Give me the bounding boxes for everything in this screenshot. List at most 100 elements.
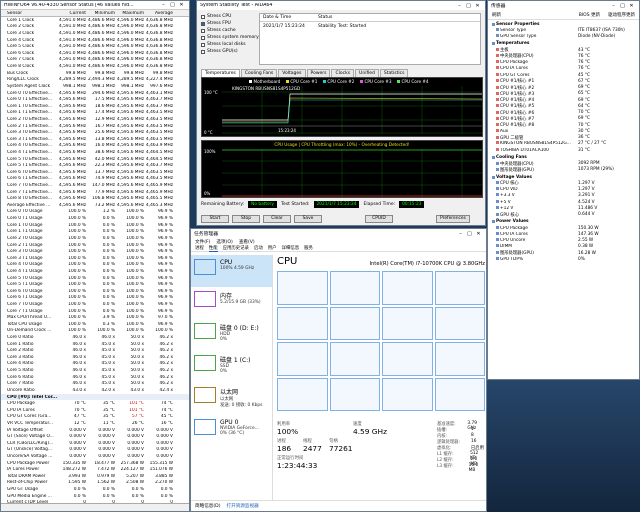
driver-update-button[interactable]: 驱动程序更新 — [608, 12, 635, 18]
aida-button[interactable]: Stop — [232, 215, 260, 223]
table-row[interactable]: Core 3 T0 Usage 100.0 % 0.0 % 100.0 % 96.9 % — [1, 248, 189, 255]
table-row[interactable]: Core 2 T1 Usage 100.0 % 0.0 % 100.0 % 96.9 % — [1, 242, 189, 249]
table-row[interactable]: System Agent Clock 998.1 MHz 998.1 MHz 998.… — [1, 83, 189, 90]
sensor-row[interactable]: GPU Sensor Type Diode (NV-Diode) — [488, 34, 639, 40]
table-row[interactable]: IA Voltage Offset 0.000 V 0.000 V 0.000 V 0.… — [1, 427, 189, 434]
table-row[interactable]: Bus Clock 99.8 MHz 99.8 MHz 99.8 MHz 99.8 MH… — [1, 70, 189, 77]
sensor-titlebar[interactable]: 传感器 – □ ✕ — [488, 1, 639, 10]
table-row[interactable]: Core 1 Ratio 46.0 x 45.0 x 50.0 x 46.2 x — [1, 341, 189, 348]
col-minimum[interactable]: Minimum — [88, 11, 117, 16]
table-row[interactable]: Core 5 T0 Usage 100.0 % 0.0 % 100.0 % 96.9 % — [1, 275, 189, 282]
sensor-row[interactable]: CPU VID 1.297 V — [488, 187, 639, 193]
perf-item-gpu[interactable]: GPU 0 NVIDIA GeForce... 0% (36 °C) — [191, 415, 272, 447]
tm-tab[interactable]: 服务 — [304, 245, 313, 251]
sensor-row[interactable]: 中央处理器(CPU) 3092 RPM — [488, 161, 639, 167]
table-row[interactable]: Core 6 T1 Usage 100.0 % 0.0 % 100.0 % 96.9 % — [1, 295, 189, 302]
aida-button[interactable]: Start — [201, 215, 229, 223]
perf-item-dsk[interactable]: 磁盘 0 (D: E:) HDD 0% — [191, 319, 272, 351]
table-row[interactable]: CPU Package 70 °C 35 °C 101 °C 74 °C — [1, 400, 189, 407]
table-row[interactable]: Core 3 Clock 4,591.0 MHz 4,486.6 MHz 4,596.… — [1, 30, 189, 37]
table-row[interactable]: Core 6 T1 Effective... 4,595.6 MHz 74.9 MH… — [1, 176, 189, 183]
perf-item-dsk[interactable]: 磁盘 1 (C:) SSD 0% — [191, 351, 272, 383]
table-row[interactable]: Core 5 Ratio 46.0 x 45.0 x 50.0 x 46.2 x — [1, 367, 189, 374]
table-row[interactable]: Core 7 Ratio 46.0 x 45.0 x 50.0 x 46.2 x — [1, 381, 189, 388]
sensor-row[interactable]: GPU 核心 0.644 V — [488, 212, 639, 218]
table-row[interactable]: Core 7 T0 Usage 100.0 % 0.0 % 100.0 % 96.9 % — [1, 301, 189, 308]
tm-tab[interactable]: 应用历史记录 — [223, 245, 249, 251]
table-row[interactable]: Total CPU Usage 100.0 % 0.3 % 100.0 % 96.9 % — [1, 321, 189, 328]
minimize-icon[interactable]: – — [456, 231, 465, 237]
table-row[interactable]: GPU GT Usage 0.0 % 0.0 % 0.0 % 0.0 % — [1, 486, 189, 493]
graph-tab[interactable]: Powers — [306, 69, 331, 77]
perf-item-net[interactable]: 以太网 以太网 发送: 0 接收: 0 Kbps — [191, 383, 272, 415]
table-row[interactable]: CLR (CBo/LLC/Ring)... 0.000 V 0.000 V 0.000… — [1, 440, 189, 447]
sensor-row[interactable]: +12 V 11.486 V — [488, 205, 639, 211]
table-row[interactable]: Core 4 Ratio 46.0 x 45.0 x 50.0 x 46.2 x — [1, 361, 189, 368]
table-row[interactable]: Core 3 T1 Effective... 4,595.6 MHz 13.8 MH… — [1, 136, 189, 143]
table-row[interactable]: On-Demand Clock ... 100.0 % 100.0 % 100.0 %… — [1, 328, 189, 335]
table-row[interactable]: CPU Package Power 150.335 W 18.477 W 257.36… — [1, 460, 189, 467]
graph-tab[interactable]: Unified — [355, 69, 379, 77]
col-sensor[interactable]: Sensor — [1, 11, 59, 16]
table-row[interactable]: Core 6 Clock 4,591.0 MHz 4,486.6 MHz 4,596.… — [1, 50, 189, 57]
sensor-row[interactable]: 图形处理器(GPU) 1073 RPM (29%) — [488, 167, 639, 173]
table-row[interactable]: VR VCC Temperatur... 12 °C 11 °C 26 °C 16 °C — [1, 420, 189, 427]
checkbox-icon[interactable] — [201, 35, 205, 40]
table-row[interactable]: Core 0 Ratio 46.0 x 46.0 x 50.0 x 46.2 x — [1, 334, 189, 341]
table-row[interactable]: Total DRAM Power 3.993 W 0.979 W 5.207 W 3.8… — [1, 473, 189, 480]
stress-checkbox[interactable]: Stress GPU(s) — [201, 48, 259, 55]
table-row[interactable]: Core 3 Ratio 46.0 x 45.0 x 50.0 x 46.2 x — [1, 354, 189, 361]
table-row[interactable]: Core 4 T1 Effective... 4,595.6 MHz 38.6 MH… — [1, 149, 189, 156]
col-average[interactable]: Average — [146, 11, 175, 16]
table-row[interactable]: Core 3 T1 Usage 100.0 % 0.0 % 100.0 % 96.9 % — [1, 255, 189, 262]
close-icon[interactable]: ✕ — [177, 2, 186, 8]
bios-update-button[interactable]: BIOS 更新 — [579, 12, 600, 18]
aida-button[interactable]: Clear — [263, 215, 291, 223]
close-icon[interactable]: ✕ — [627, 3, 636, 9]
table-row[interactable]: Core 0 T1 Effective... 4,595.6 MHz 17.5 MH… — [1, 96, 189, 103]
minimize-icon[interactable]: – — [609, 3, 618, 9]
table-row[interactable]: Core 2 Clock 4,591.0 MHz 4,486.6 MHz 4,596.… — [1, 24, 189, 31]
table-row[interactable]: GT (Slice) Voltage O... 0.000 V 0.000 V 0.0… — [1, 433, 189, 440]
graph-tab[interactable]: Voltages — [278, 69, 306, 77]
sensor-row[interactable]: KINGSTON RBUSNS81S4P512G... 27 °C / 27 °C — [488, 141, 639, 147]
table-row[interactable]: Core 1 T0 Effective... 4,595.6 MHz 18.6 MH… — [1, 103, 189, 110]
tm-tab[interactable]: 进程 — [195, 245, 204, 251]
menu-item[interactable]: 查看(V) — [239, 239, 255, 245]
checkbox-icon[interactable] — [201, 42, 205, 47]
minimize-icon[interactable]: – — [455, 3, 464, 9]
tm-tab[interactable]: 详细信息 — [282, 245, 300, 251]
tm-tab[interactable]: 启动 — [254, 245, 263, 251]
maximize-icon[interactable]: □ — [465, 231, 474, 237]
sensor-row[interactable]: CPU IA Cores 76 °C — [488, 66, 639, 72]
col-maximum[interactable]: Maximum — [117, 11, 146, 16]
table-row[interactable]: Core 2 T0 Usage 100.0 % 0.0 % 100.0 % 96.9 % — [1, 235, 189, 242]
stress-checkbox[interactable]: Stress local disks — [201, 41, 259, 48]
stress-checkbox[interactable]: Stress CPU — [201, 13, 259, 20]
aida-titlebar[interactable]: System Stability Test - AIDA64 – □ ✕ — [197, 1, 485, 10]
table-row[interactable]: Rest-of-Chip Power 1.595 W 1.562 W 2.508 W 2… — [1, 480, 189, 487]
sensor-row[interactable]: CPU IA Cores 147.36 W — [488, 231, 639, 237]
sensor-row[interactable]: CPU Package 76 °C — [488, 60, 639, 66]
sensor-row[interactable]: CPU GT Cores 45 °C — [488, 72, 639, 78]
maximize-icon[interactable]: □ — [618, 3, 627, 9]
sensor-row[interactable]: Aux 30 °C — [488, 128, 639, 134]
perf-item-mem[interactable]: 内存 5.2/15.9 GB (33%) — [191, 287, 272, 319]
fewer-details-link[interactable]: 简略信息(D) — [195, 503, 221, 509]
table-row[interactable]: Core 8 T0 Effective... 4,595.6 MHz 106.8 M… — [1, 195, 189, 202]
sensor-row[interactable]: CPU #1/核心 #3 65 °C — [488, 91, 639, 97]
table-row[interactable]: Core 4 T0 Usage 100.0 % 0.0 % 100.0 % 96.9 % — [1, 262, 189, 269]
sensor-row[interactable]: GPU TDP% 0% — [488, 256, 639, 262]
checkbox-icon[interactable] — [201, 14, 205, 19]
sensor-row[interactable]: TOSHIBA DT01ACA100 31 °C — [488, 147, 639, 153]
table-row[interactable]: Core 6 T0 Effective... 4,595.6 MHz 13.7 MH… — [1, 169, 189, 176]
sensor-row[interactable]: CPU Uncore 2.55 W — [488, 238, 639, 244]
sensor-row[interactable]: Sensor Type ITE IT8637 (ISA 730h) — [488, 27, 639, 33]
table-row[interactable]: Core 2 Ratio 46.0 x 45.0 x 50.0 x 46.2 x — [1, 347, 189, 354]
stress-checkbox[interactable]: Stress cache — [201, 27, 259, 34]
sensor-row[interactable]: CPU #1/核心 #7 69 °C — [488, 116, 639, 122]
table-row[interactable]: CPU GT Cores (Gra... 47 °C 35 °C 57 °C 45 °C — [1, 414, 189, 421]
table-row[interactable]: Core 0 T0 Effective... 4,595.6 MHz 294.6 M… — [1, 90, 189, 97]
table-row[interactable]: Uncore/SA Voltage ... 0.000 V 0.000 V 0.000… — [1, 453, 189, 460]
table-row[interactable]: Core 5 T1 Usage 100.0 % 0.0 % 100.0 % 96.9 % — [1, 281, 189, 288]
